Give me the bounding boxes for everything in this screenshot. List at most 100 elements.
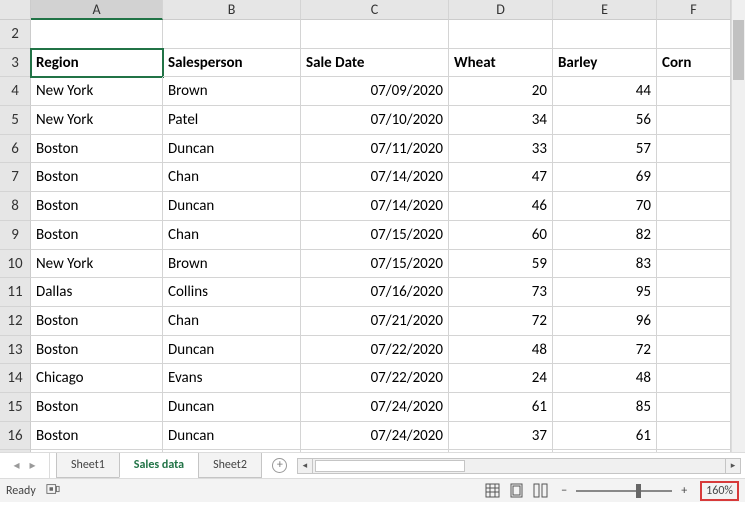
cell[interactable]: 07/14/2020 — [301, 163, 449, 192]
cell[interactable]: Duncan — [163, 192, 301, 221]
cell[interactable]: 73 — [449, 278, 553, 307]
cell[interactable] — [657, 278, 731, 307]
cell[interactable] — [657, 163, 731, 192]
cell[interactable] — [657, 364, 731, 393]
cell[interactable] — [657, 77, 731, 106]
cell[interactable]: Corn — [657, 49, 731, 78]
cell[interactable]: 07/14/2020 — [301, 192, 449, 221]
horizontal-scrollbar[interactable]: ◂ ▸ — [297, 453, 741, 478]
cell[interactable]: Brown — [163, 77, 301, 106]
cell[interactable]: 47 — [449, 163, 553, 192]
cell[interactable]: 60 — [449, 221, 553, 250]
row-header[interactable]: 14 — [0, 364, 31, 393]
cell[interactable]: 07/10/2020 — [301, 106, 449, 135]
cell[interactable]: Boston — [31, 307, 163, 336]
cell[interactable] — [31, 20, 163, 49]
cell[interactable]: Duncan — [163, 135, 301, 164]
cell[interactable]: 48 — [553, 364, 657, 393]
row-header[interactable]: 15 — [0, 393, 31, 422]
column-header[interactable]: D — [449, 0, 553, 20]
column-header[interactable]: B — [163, 0, 301, 20]
sheet-tab[interactable]: Sales data — [119, 453, 199, 478]
cell[interactable]: Region — [31, 49, 163, 78]
tab-nav-arrows[interactable]: ◂ ▸ — [0, 453, 50, 478]
row-header[interactable]: 10 — [0, 250, 31, 279]
column-header[interactable]: F — [657, 0, 731, 20]
cell[interactable]: 72 — [449, 307, 553, 336]
cell[interactable]: Boston — [31, 192, 163, 221]
cell[interactable]: 70 — [553, 192, 657, 221]
cell-grid[interactable]: RegionSalespersonSale DateWheatBarleyCor… — [31, 20, 731, 452]
cell[interactable]: Brown — [163, 250, 301, 279]
vertical-scroll-thumb[interactable] — [733, 20, 744, 80]
row-header[interactable]: 12 — [0, 307, 31, 336]
page-layout-view-button[interactable] — [504, 481, 528, 501]
hscroll-right-icon[interactable]: ▸ — [725, 458, 741, 474]
cell[interactable]: Boston — [31, 422, 163, 451]
cell[interactable] — [31, 450, 163, 452]
cell[interactable]: Wheat — [449, 49, 553, 78]
cell[interactable]: 69 — [553, 163, 657, 192]
cell[interactable]: 57 — [553, 135, 657, 164]
cell[interactable] — [657, 250, 731, 279]
cell[interactable]: 56 — [553, 106, 657, 135]
cell[interactable]: 61 — [553, 422, 657, 451]
cell[interactable]: 83 — [553, 250, 657, 279]
cell[interactable] — [657, 450, 731, 452]
row-header[interactable]: 5 — [0, 106, 31, 135]
cell[interactable]: 24 — [449, 364, 553, 393]
hscroll-track[interactable] — [313, 458, 725, 474]
cell[interactable]: Boston — [31, 393, 163, 422]
cell[interactable]: 07/09/2020 — [301, 77, 449, 106]
cell[interactable] — [163, 450, 301, 452]
sheet-tab[interactable]: Sheet1 — [56, 453, 120, 478]
cell[interactable] — [301, 20, 449, 49]
cell[interactable]: 72 — [553, 336, 657, 365]
cell[interactable]: 07/16/2020 — [301, 278, 449, 307]
cell[interactable]: 33 — [449, 135, 553, 164]
column-header[interactable]: A — [31, 0, 163, 20]
cell[interactable] — [657, 307, 731, 336]
cell[interactable] — [657, 422, 731, 451]
hscroll-left-icon[interactable]: ◂ — [297, 458, 313, 474]
row-header[interactable]: 8 — [0, 192, 31, 221]
cell[interactable]: 34 — [449, 106, 553, 135]
zoom-in-button[interactable]: + — [676, 484, 692, 498]
cell[interactable]: 07/22/2020 — [301, 336, 449, 365]
cell[interactable] — [657, 20, 731, 49]
cell[interactable]: Salesperson — [163, 49, 301, 78]
cell[interactable]: Boston — [31, 221, 163, 250]
cell[interactable] — [449, 450, 553, 452]
cell[interactable] — [553, 20, 657, 49]
cell[interactable]: Duncan — [163, 422, 301, 451]
cell[interactable]: Duncan — [163, 336, 301, 365]
cell[interactable] — [657, 192, 731, 221]
cell[interactable]: Boston — [31, 163, 163, 192]
cell[interactable]: 07/21/2020 — [301, 307, 449, 336]
row-header[interactable]: 7 — [0, 163, 31, 192]
cell[interactable]: New York — [31, 106, 163, 135]
cell[interactable]: 95 — [553, 278, 657, 307]
cell[interactable]: 07/15/2020 — [301, 250, 449, 279]
cell[interactable]: New York — [31, 77, 163, 106]
row-header[interactable]: 17 — [0, 450, 31, 452]
cell[interactable]: 07/24/2020 — [301, 422, 449, 451]
cell[interactable]: New York — [31, 250, 163, 279]
cell[interactable]: Boston — [31, 135, 163, 164]
zoom-level[interactable]: 160% — [700, 481, 739, 501]
cell[interactable] — [449, 20, 553, 49]
row-header[interactable]: 11 — [0, 278, 31, 307]
cell[interactable] — [657, 106, 731, 135]
cell[interactable]: 59 — [449, 250, 553, 279]
cell[interactable] — [657, 221, 731, 250]
cell[interactable]: 07/11/2020 — [301, 135, 449, 164]
zoom-out-button[interactable]: − — [556, 484, 572, 498]
column-header[interactable]: E — [553, 0, 657, 20]
hscroll-thumb[interactable] — [315, 460, 465, 472]
row-header[interactable]: 2 — [0, 20, 31, 49]
cell[interactable]: Chan — [163, 307, 301, 336]
cell[interactable]: Sale Date — [301, 49, 449, 78]
zoom-slider[interactable] — [576, 490, 672, 492]
select-all-corner[interactable] — [0, 0, 31, 20]
cell[interactable]: Chan — [163, 163, 301, 192]
